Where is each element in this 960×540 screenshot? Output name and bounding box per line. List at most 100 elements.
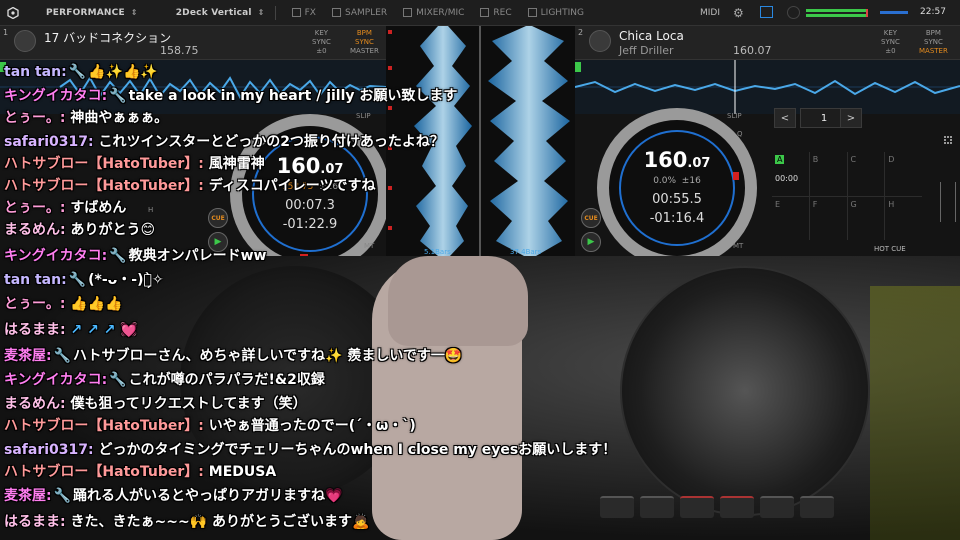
sampler-label: SAMPLER <box>344 7 388 18</box>
chat-message: キングイカタコ: 🔧 教典オンパレードww <box>4 246 267 266</box>
hot-cue-pad-c[interactable]: C <box>847 152 885 196</box>
hot-cue-mode-dropdown[interactable]: HOT CUE <box>874 245 906 253</box>
sampler-toggle[interactable]: SAMPLER <box>331 7 388 18</box>
pad-letter: E <box>775 199 781 209</box>
checkbox-icon <box>527 8 537 17</box>
controller-pad <box>760 496 794 518</box>
hot-cue-pad-d[interactable]: D <box>885 152 922 196</box>
pad-letter: F <box>812 199 818 209</box>
chat-text: 👍✨👍✨ <box>88 64 158 80</box>
lighting-toggle[interactable]: LIGHTING <box>527 7 584 18</box>
pitch-range: ±16 <box>681 176 701 186</box>
mode-label: PERFORMANCE <box>46 7 125 18</box>
wrench-icon: 🔧 <box>53 348 72 364</box>
fx-label: FX <box>304 7 316 18</box>
page-prev-button[interactable]: < <box>774 108 796 128</box>
mixer-label: MIXER/MIC <box>416 7 465 18</box>
gear-icon[interactable]: ⚙ <box>733 6 744 20</box>
hot-cue-pad-b[interactable]: B <box>809 152 847 196</box>
layout-dropdown[interactable]: 2Deck Vertical ⇕ <box>176 8 265 18</box>
chat-text: 神曲やぁぁぁ。 <box>70 110 169 126</box>
beat-marker <box>388 30 392 34</box>
chat-message: まるめん: ありがとう😊 <box>4 220 155 240</box>
track-title: Chica Loca <box>619 29 684 43</box>
chevron-updown-icon: ⇕ <box>257 8 265 17</box>
album-art <box>589 30 611 52</box>
controller-pad <box>680 496 714 518</box>
top-toolbar: PERFORMANCE ⇕ 2Deck Vertical ⇕ FX SAMPLE… <box>0 0 960 26</box>
record-indicator-icon <box>787 6 800 19</box>
chat-text: 教典オンパレードww <box>128 248 267 264</box>
bpm-integer: 160 <box>643 148 688 172</box>
key-sync-button[interactable]: KEY SYNC ±0 <box>312 29 331 56</box>
level-peak-marker <box>866 9 868 17</box>
divider <box>274 5 276 20</box>
chat-message: tan tan: 🔧 (*-ᴗ・-)ｰ̗̀✧ <box>4 270 164 290</box>
rec-toggle[interactable]: REC <box>480 8 512 18</box>
chat-text: これツインスターとどっかの2つ振り付けあったよね？ <box>98 134 444 150</box>
chat-username: ハトサブロー【HatoTuber】: <box>4 418 204 434</box>
sync-label: SYNC <box>924 38 943 46</box>
chat-text: (*-ᴗ・-)ｰ̗̀✧ <box>88 272 164 288</box>
chevron-updown-icon: ⇕ <box>130 8 138 17</box>
hot-cue-panel: < 1 > A 00:00 B C D E F G H HOT CUE <box>770 102 960 256</box>
midi-button[interactable]: MIDI <box>700 8 720 18</box>
master-volume-slider[interactable] <box>880 11 908 14</box>
chat-username: safari0317: <box>4 134 94 150</box>
track-bpm: 158.75 <box>160 44 199 57</box>
key-offset: ±0 <box>885 47 896 55</box>
chat-text: 👍👍👍 <box>70 296 123 312</box>
mode-dropdown[interactable]: PERFORMANCE ⇕ <box>46 8 138 18</box>
chat-message: 麦茶屋: 🔧 ハトサブローさん、めちゃ詳しいですね✨ 羨ましいです一🤩 <box>4 346 462 366</box>
chat-username: とぅー。: <box>4 110 66 126</box>
mixer-toggle[interactable]: MIXER/MIC <box>403 8 464 18</box>
layout-label: 2Deck Vertical <box>175 7 252 18</box>
hot-cue-pad-e[interactable]: E <box>772 196 809 240</box>
chat-message: ハトサブロー【HatoTuber】: いやぁ普通ったのでー(´・ω・`) <box>4 416 416 436</box>
chat-text: 僕も狙ってリクエストしてます（笑） <box>70 396 307 412</box>
grid-view-icon[interactable] <box>944 136 952 144</box>
app-logo-icon[interactable] <box>0 0 26 26</box>
wrench-icon: 🔧 <box>53 488 72 504</box>
chat-username: tan tan: <box>4 272 67 288</box>
chat-username: ハトサブロー【HatoTuber】: <box>4 464 204 480</box>
slip-button[interactable]: SLIP <box>727 112 742 120</box>
chat-username: とぅー。: <box>4 200 66 216</box>
chat-message: はるまま: ↗ ↗ ↗ 💓 <box>4 320 138 340</box>
live-chat-overlay: tan tan: 🔧 👍✨👍✨ キングイカタコ: 🔧 take a look in my… <box>0 60 640 540</box>
chat-message: tan tan: 🔧 👍✨👍✨ <box>4 62 158 82</box>
tempo-slider[interactable] <box>940 182 956 222</box>
chat-text: take a look in my heart / jilly お願い致します <box>128 88 458 104</box>
hot-cue-pad-f[interactable]: F <box>809 196 847 240</box>
hot-cue-pad-a[interactable]: A 00:00 <box>772 152 809 196</box>
track-artist: Jeff Driller <box>619 44 674 57</box>
chat-message: safari0317: どっかのタイミングでチェリーちゃんのwhen I clo… <box>4 440 616 460</box>
chat-username: 麦茶屋: <box>4 488 52 504</box>
controller-pad <box>800 496 834 518</box>
chat-message: 麦茶屋: 🔧 踊れる人がいるとやっぱりアガリますね💗 <box>4 486 342 506</box>
sync-label: SYNC <box>881 38 900 46</box>
wrench-icon: 🔧 <box>109 372 127 388</box>
hot-cue-pad-h[interactable]: H <box>885 196 922 240</box>
chat-message: とぅー。: 神曲やぁぁぁ。 <box>4 108 168 128</box>
mt-button[interactable]: MT <box>733 242 743 250</box>
page-next-button[interactable]: > <box>840 108 862 128</box>
lighting-label: LIGHTING <box>540 7 584 18</box>
key-label: KEY <box>883 29 898 37</box>
bpm-label: BPM <box>925 29 941 37</box>
level-meter <box>806 9 866 12</box>
hot-cue-pad-g[interactable]: G <box>847 196 885 240</box>
bpm-sync-button[interactable]: BPM SYNC MASTER <box>350 29 379 56</box>
chat-username: とぅー。: <box>4 296 66 312</box>
bpm-sync-button[interactable]: BPM SYNC MASTER <box>919 29 948 56</box>
wrench-icon: 🔧 <box>109 248 127 264</box>
wrench-icon: 🔧 <box>68 272 87 288</box>
pad-letter: B <box>812 155 819 164</box>
monitor-icon[interactable] <box>760 6 773 18</box>
chat-text: どっかのタイミングでチェリーちゃんのwhen I close my eyesお願… <box>98 442 617 458</box>
fx-toggle[interactable]: FX <box>291 7 316 18</box>
chat-username: キングイカタコ: <box>4 88 108 104</box>
deck-number: 1 <box>3 28 9 37</box>
key-sync-button[interactable]: KEY SYNC ±0 <box>881 29 900 56</box>
album-art <box>14 30 36 52</box>
